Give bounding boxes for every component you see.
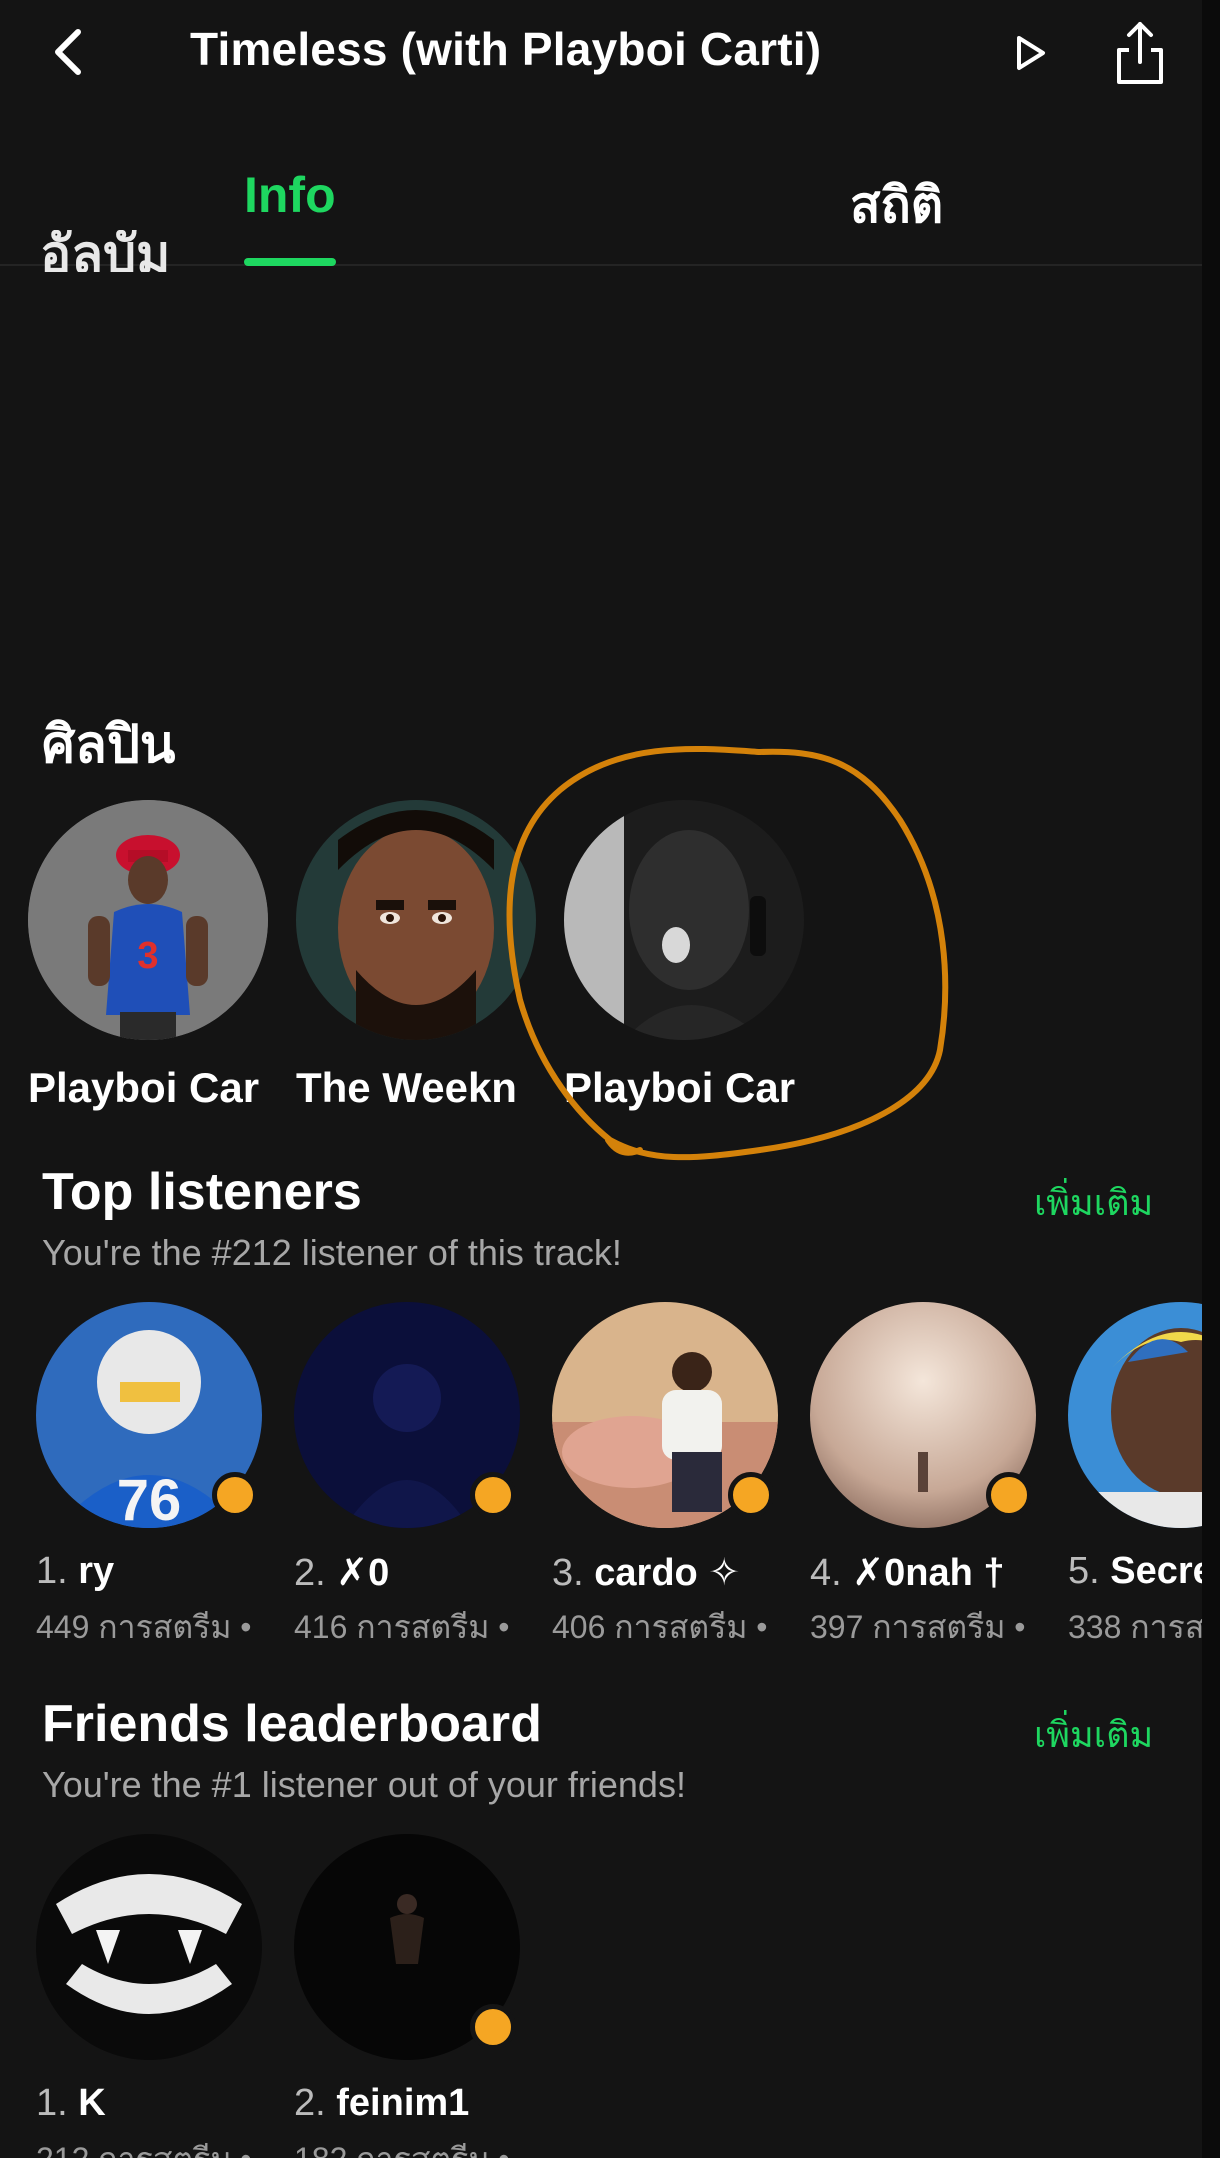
list-item[interactable]: 76 1. ry 449 การสตรีม • [36,1302,276,1645]
active-tab-indicator [244,258,336,266]
artist-name: Playboi Car [28,1064,260,1111]
orange-badge-icon [986,1472,1032,1518]
track-info-screen: Timeless (with Playboi Carti) Info สถิติ… [0,0,1220,2158]
list-item[interactable]: 4. ✗0nah † 397 การสตรีม • [810,1302,1050,1645]
rank-number: 1. [36,1550,68,1592]
list-item[interactable]: 5. Secre 338 การสต [1068,1302,1202,1642]
scrollbar-track[interactable] [1202,0,1220,2158]
listener-avatar [1068,1302,1202,1528]
tab-bar: Info สถิติ [0,110,1202,266]
artist-card[interactable]: The Weekn [296,800,546,1111]
friends-leaderboard-heading: Friends leaderboard [42,1695,542,1753]
listener-avatar [36,1834,262,2060]
chevron-left-icon[interactable] [40,22,100,82]
stream-count: 406 การสตรีม • [552,1609,768,1645]
rank-number: 1. [36,2082,68,2124]
list-item[interactable]: 2. ✗0 416 การสตรีม • [294,1302,534,1645]
artist-avatar [296,800,536,1040]
orange-badge-icon [470,1472,516,1518]
listener-name: ✗0 [336,1552,390,1594]
album-section-heading: อัลบั้ม [40,230,171,272]
list-item[interactable]: 2. feinim1 182 การสตรีม • [294,1834,534,2158]
tab-stats[interactable]: สถิติ [850,166,943,245]
friend-name: feinim1 [336,2082,470,2124]
page-title: Timeless (with Playboi Carti) [190,23,822,75]
artist-avatar: 3 [28,800,268,1040]
listener-name: ry [78,1550,115,1592]
play-icon[interactable] [1005,28,1055,78]
top-listeners-subtitle: You're the #212 listener of this track! [42,1232,622,1273]
artist-name: Playboi Car [564,1064,796,1111]
artist-card[interactable]: Playboi Car [564,800,814,1111]
stream-count: 416 การสตรีม • [294,1609,510,1645]
stream-count: 182 การสตรีม • [294,2134,510,2158]
artist-name: The Weekn [296,1064,517,1111]
share-icon[interactable] [1112,18,1168,88]
list-item[interactable]: 1. K 212 การสตรีม • [36,1834,276,2158]
listener-name: ✗0nah † [852,1552,1005,1594]
artist-avatar [564,800,804,1040]
stream-count: 397 การสตรีม • [810,1609,1026,1645]
rank-number: 5. [1068,1550,1100,1592]
rank-number: 2. [294,1552,326,1594]
listener-name: Secre [1110,1550,1202,1592]
artist-card[interactable]: 3 Playboi Car [28,800,278,1111]
artists-heading: ศิลปิน [42,716,176,774]
friend-name: K [78,2082,106,2124]
listener-name: cardo ✧ [594,1552,741,1594]
orange-badge-icon [728,1472,774,1518]
friends-leaderboard-subtitle: You're the #1 listener out of your frien… [42,1764,686,1805]
orange-badge-icon [212,1472,258,1518]
rank-number: 3. [552,1552,584,1594]
rank-number: 2. [294,2082,326,2124]
top-listeners-heading: Top listeners [42,1163,362,1221]
svg-text:3: 3 [137,935,158,977]
top-bar: Timeless (with Playboi Carti) [0,0,1202,110]
svg-text:76: 76 [117,1468,182,1528]
tab-info[interactable]: Info [244,166,336,224]
stream-count: 338 การสต [1068,1609,1202,1642]
orange-badge-icon [470,2004,516,2050]
friends-leaderboard-more-link[interactable]: เพิ่มเติม [1034,1706,1153,1763]
stream-count: 212 การสตรีม • [36,2134,252,2158]
top-listeners-more-link[interactable]: เพิ่มเติม [1034,1174,1153,1231]
stream-count: 449 การสตรีม • [36,1609,252,1645]
rank-number: 4. [810,1552,842,1594]
list-item[interactable]: 3. cardo ✧ 406 การสตรีม • [552,1302,792,1645]
